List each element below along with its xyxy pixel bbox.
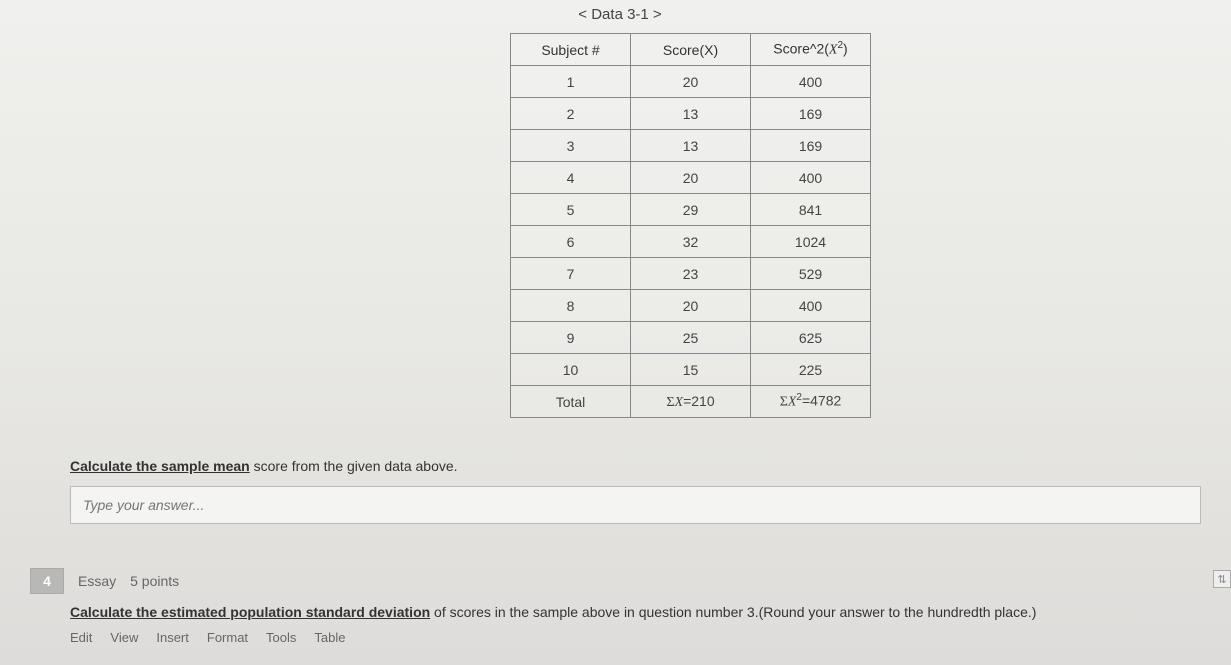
cell-subject: 7 bbox=[511, 258, 631, 290]
cell-subject: 5 bbox=[511, 194, 631, 226]
menu-table[interactable]: Table bbox=[314, 630, 345, 645]
cell-score: 25 bbox=[631, 322, 751, 354]
table-row: 420400 bbox=[511, 162, 871, 194]
cell-scoresq: 400 bbox=[751, 162, 871, 194]
cell-score: 23 bbox=[631, 258, 751, 290]
cell-score: 20 bbox=[631, 162, 751, 194]
data-table: Subject # Score(X) Score^2(X2) 120400213… bbox=[510, 33, 871, 418]
menu-format[interactable]: Format bbox=[207, 630, 248, 645]
reorder-icon[interactable]: ⇅ bbox=[1213, 570, 1231, 588]
total-label: Total bbox=[511, 386, 631, 418]
table-row: 820400 bbox=[511, 290, 871, 322]
cell-score: 32 bbox=[631, 226, 751, 258]
cell-subject: 3 bbox=[511, 130, 631, 162]
cell-score: 13 bbox=[631, 130, 751, 162]
cell-score: 20 bbox=[631, 290, 751, 322]
table-caption: < Data 3-1 > bbox=[410, 0, 830, 33]
cell-subject: 1 bbox=[511, 66, 631, 98]
q4-type: Essay bbox=[78, 573, 116, 589]
cell-scoresq: 400 bbox=[751, 290, 871, 322]
total-sumsq: ΣX2=4782 bbox=[751, 386, 871, 418]
header-score: Score(X) bbox=[631, 34, 751, 66]
cell-subject: 8 bbox=[511, 290, 631, 322]
cell-scoresq: 1024 bbox=[751, 226, 871, 258]
menu-tools[interactable]: Tools bbox=[266, 630, 296, 645]
table-row: 925625 bbox=[511, 322, 871, 354]
menu-edit[interactable]: Edit bbox=[70, 630, 92, 645]
table-row: 723529 bbox=[511, 258, 871, 290]
question-3: Calculate the sample mean score from the… bbox=[70, 458, 1201, 524]
menu-insert[interactable]: Insert bbox=[156, 630, 189, 645]
cell-scoresq: 625 bbox=[751, 322, 871, 354]
q3-answer-input[interactable] bbox=[70, 486, 1201, 524]
header-scoresq: Score^2(X2) bbox=[751, 34, 871, 66]
cell-score: 29 bbox=[631, 194, 751, 226]
table-row: 1015225 bbox=[511, 354, 871, 386]
cell-scoresq: 529 bbox=[751, 258, 871, 290]
question-4: 4 Essay 5 points ⇅ Calculate the estimat… bbox=[70, 568, 1201, 645]
table-row: 213169 bbox=[511, 98, 871, 130]
cell-subject: 4 bbox=[511, 162, 631, 194]
cell-scoresq: 225 bbox=[751, 354, 871, 386]
header-subject: Subject # bbox=[511, 34, 631, 66]
q3-prompt: Calculate the sample mean score from the… bbox=[70, 458, 1201, 474]
q4-number-badge: 4 bbox=[30, 568, 64, 594]
cell-scoresq: 169 bbox=[751, 98, 871, 130]
cell-subject: 2 bbox=[511, 98, 631, 130]
cell-score: 20 bbox=[631, 66, 751, 98]
cell-scoresq: 169 bbox=[751, 130, 871, 162]
table-row: 529841 bbox=[511, 194, 871, 226]
cell-subject: 9 bbox=[511, 322, 631, 354]
cell-score: 13 bbox=[631, 98, 751, 130]
table-row: 313169 bbox=[511, 130, 871, 162]
total-sumx: ΣX=210 bbox=[631, 386, 751, 418]
cell-score: 15 bbox=[631, 354, 751, 386]
table-row: 6321024 bbox=[511, 226, 871, 258]
cell-subject: 6 bbox=[511, 226, 631, 258]
q4-prompt: Calculate the estimated population stand… bbox=[70, 604, 1201, 620]
q4-points: 5 points bbox=[130, 573, 179, 589]
editor-menu: Edit View Insert Format Tools Table bbox=[70, 630, 1201, 645]
table-row: 120400 bbox=[511, 66, 871, 98]
menu-view[interactable]: View bbox=[110, 630, 138, 645]
cell-scoresq: 400 bbox=[751, 66, 871, 98]
cell-subject: 10 bbox=[511, 354, 631, 386]
cell-scoresq: 841 bbox=[751, 194, 871, 226]
